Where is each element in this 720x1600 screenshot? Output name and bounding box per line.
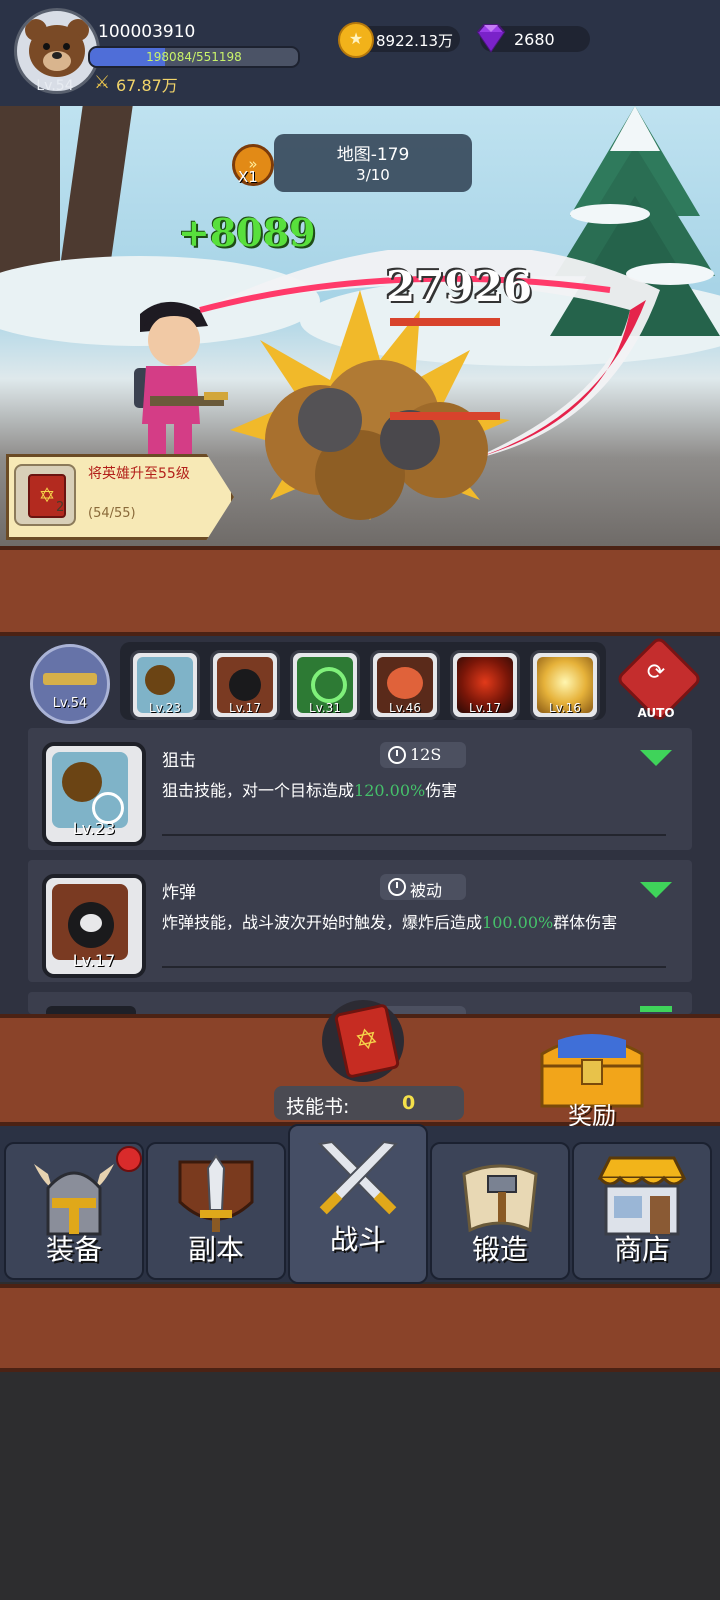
gold-coin-icon: ★	[338, 22, 374, 58]
weapon-level: Lv.54	[52, 696, 88, 711]
player-level: Lv.54	[36, 78, 74, 94]
purple-gem-icon	[476, 24, 506, 53]
row-divider	[162, 834, 666, 836]
cooldown-badge: 被动	[380, 874, 466, 900]
skill-name: 狙击	[162, 751, 196, 771]
sniper-icon: Lv.23	[42, 742, 146, 846]
cooldown-text: 被动	[410, 881, 443, 900]
hammer-scroll-icon	[462, 1164, 538, 1233]
nav-label: 战斗	[329, 1223, 386, 1256]
wood-divider	[0, 546, 720, 636]
auto-label: AUTO	[637, 706, 675, 720]
skill-level: Lv.17	[72, 951, 116, 970]
combat-power: 67.87万	[116, 76, 178, 95]
skill-description: 狙击技能，对一个目标造成120.00%伤害	[162, 781, 458, 800]
cooldown-badge: 12S	[380, 742, 466, 768]
quest-reward-count: 2	[56, 500, 65, 515]
crossed-swords-icon	[317, 1140, 399, 1215]
skill-slot-sniper[interactable]: Lv.23	[130, 650, 200, 720]
skill-book-icon[interactable]: ✡	[322, 1000, 404, 1082]
expand-arrow-icon[interactable]	[640, 750, 672, 766]
expand-arrow-icon[interactable]	[640, 882, 672, 898]
notification-dot	[116, 1146, 142, 1172]
skill-slot-bomb[interactable]: Lv.17	[210, 650, 280, 720]
nav-label: 副本	[187, 1233, 244, 1266]
skill-book-label: 技能书:	[286, 1096, 350, 1118]
skill-slot-lightning[interactable]: Lv.16	[530, 650, 600, 720]
shop-icon	[597, 1156, 687, 1236]
heal-number: +8089	[178, 210, 316, 255]
quest-book-icon: ✡	[14, 464, 76, 526]
wave-progress: 3/10	[356, 166, 390, 184]
gem-value: 2680	[514, 30, 555, 49]
explosion-effect	[230, 290, 510, 520]
exp-bar: 198084/551198	[88, 46, 300, 68]
refresh-icon: ⟳	[646, 660, 666, 685]
nav-label: 锻造	[471, 1233, 528, 1266]
skill-slot-fireball[interactable]: Lv.17	[450, 650, 520, 720]
bomb-icon: Lv.17	[42, 874, 146, 978]
nav-tab-battle[interactable]: 战斗	[288, 1124, 428, 1284]
nav-tab-forge[interactable]: 锻造	[430, 1142, 570, 1280]
skill-slot-level: Lv.17	[229, 701, 261, 715]
helmet-icon	[34, 1164, 114, 1236]
damage-number: 27926	[386, 262, 533, 311]
quest-progress: (54/55)	[88, 506, 136, 521]
nav-tab-dungeon[interactable]: 副本	[146, 1142, 286, 1280]
skill-level: Lv.23	[72, 819, 116, 838]
gold-value: 8922.13万	[376, 32, 454, 50]
skill-slot-beast[interactable]: Lv.46	[370, 650, 440, 720]
skill-row-sniper[interactable]: Lv.23 狙击 12S 狙击技能，对一个目标造成120.00%伤害	[28, 728, 692, 850]
crossed-swords-icon: ⚔	[94, 72, 111, 93]
quest-title: 将英雄升至55级	[88, 466, 190, 482]
skill-name: 炸弹	[162, 883, 196, 903]
empty-footer	[0, 1372, 720, 1600]
map-name: 地图-179	[336, 145, 410, 165]
row-divider	[162, 966, 666, 968]
weapon-slot[interactable]	[30, 644, 110, 724]
nav-label: 商店	[613, 1233, 670, 1266]
speed-label: X1	[238, 168, 258, 186]
wood-divider	[0, 1284, 720, 1372]
cooldown-text: 12S	[410, 745, 442, 764]
skill-row-bomb[interactable]: Lv.17 炸弹 被动 炸弹技能，战斗波次开始时触发，爆炸后造成100.00%群…	[28, 860, 692, 982]
skill-book-value: 0	[402, 1092, 416, 1114]
sword-shield-icon	[178, 1154, 254, 1232]
nav-label: 装备	[45, 1233, 102, 1266]
exp-text: 198084/551198	[146, 50, 242, 64]
skill-description: 炸弹技能，战斗波次开始时触发，爆炸后造成100.00%群体伤害	[162, 913, 618, 932]
skill-slot-level: Lv.46	[389, 701, 421, 715]
skill-slot-level: Lv.17	[469, 701, 501, 715]
player-id: 100003910	[98, 22, 196, 42]
nav-tab-shop[interactable]: 商店	[572, 1142, 712, 1280]
skill-slot-toxic[interactable]: Lv.31	[290, 650, 360, 720]
skill-slot-level: Lv.31	[309, 701, 341, 715]
clock-icon	[388, 746, 406, 764]
skill-slot-level: Lv.23	[149, 701, 181, 715]
skill-slot-level: Lv.16	[549, 701, 581, 715]
clock-icon	[388, 878, 406, 896]
